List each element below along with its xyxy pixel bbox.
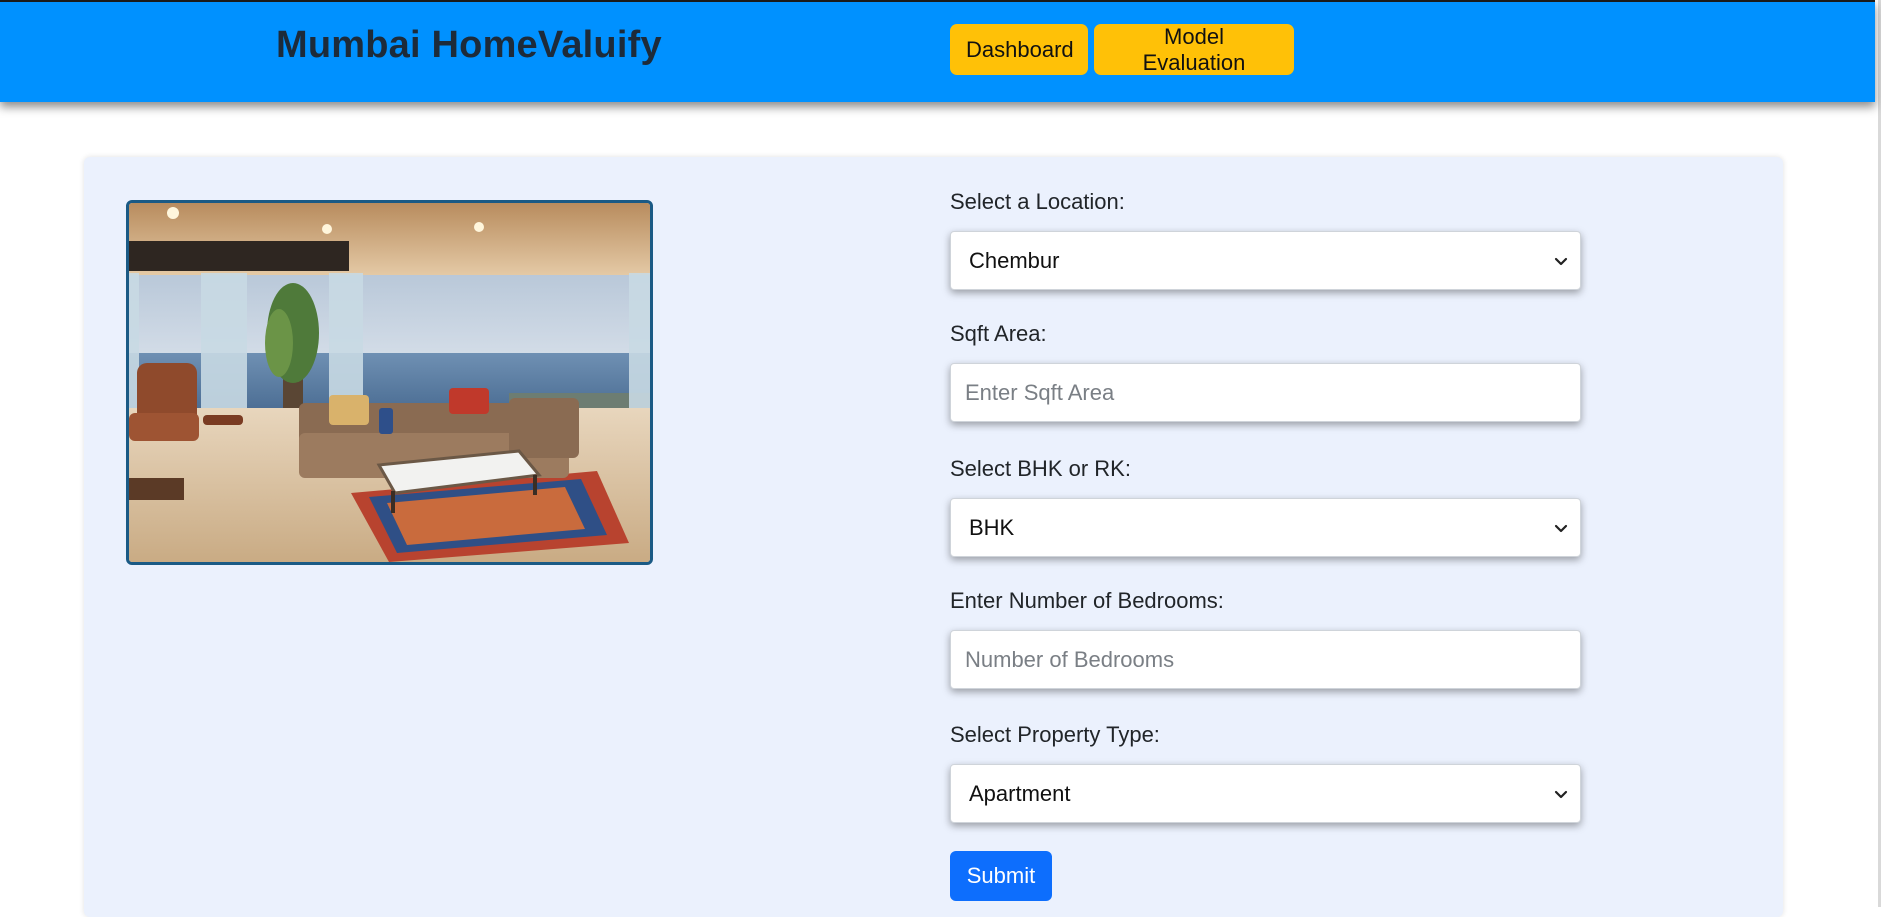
sqft-input[interactable] <box>965 379 1580 406</box>
bedrooms-input-wrapper <box>950 630 1581 689</box>
chevron-down-icon <box>1554 257 1568 265</box>
bhk-rk-select-value: BHK <box>969 514 1015 540</box>
location-label: Select a Location: <box>950 189 1125 214</box>
location-select-value: Chembur <box>969 247 1060 273</box>
chevron-down-icon <box>1554 790 1568 798</box>
living-room-photo <box>126 200 653 565</box>
sqft-label: Sqft Area: <box>950 321 1047 346</box>
property-type-select[interactable]: Apartment <box>950 764 1581 823</box>
property-type-label: Select Property Type: <box>950 722 1160 747</box>
model-evaluation-button[interactable]: Model Evaluation <box>1094 24 1294 75</box>
sqft-input-wrapper <box>950 363 1581 422</box>
bhk-rk-select[interactable]: BHK <box>950 498 1581 557</box>
bedrooms-input[interactable] <box>965 646 1580 673</box>
location-select[interactable]: Chembur <box>950 231 1581 290</box>
bhk-rk-label: Select BHK or RK: <box>950 456 1131 481</box>
dashboard-button[interactable]: Dashboard <box>950 24 1088 75</box>
top-navbar: Mumbai HomeValuify Dashboard Model Evalu… <box>0 0 1875 102</box>
chevron-down-icon <box>1554 524 1568 532</box>
bedrooms-label: Enter Number of Bedrooms: <box>950 588 1224 613</box>
brand-title: Mumbai HomeValuify <box>276 24 662 66</box>
living-room-illustration <box>129 203 650 562</box>
property-type-select-value: Apartment <box>969 780 1071 806</box>
submit-button[interactable]: Submit <box>950 851 1052 901</box>
